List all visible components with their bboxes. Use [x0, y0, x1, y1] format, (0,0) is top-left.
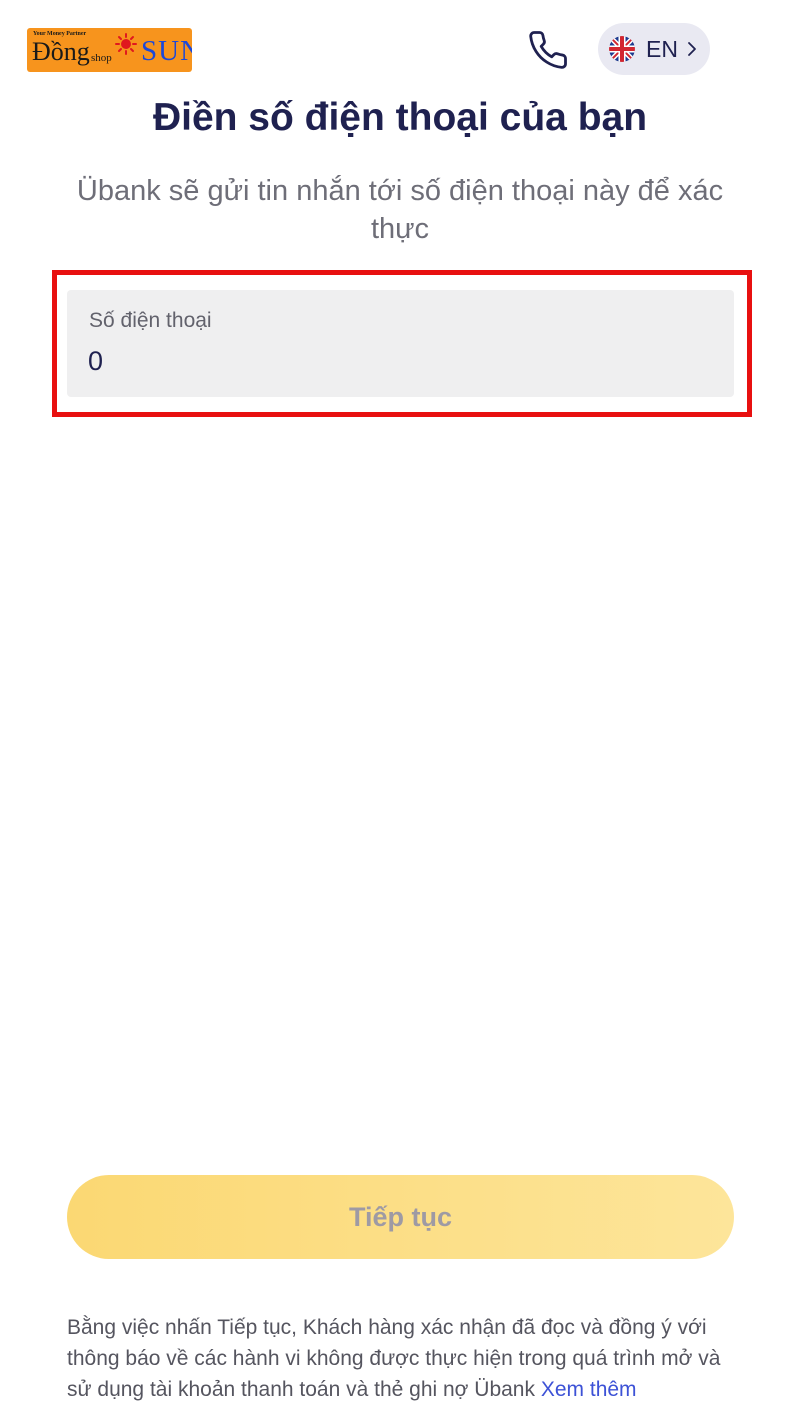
phone-number-label: Số điện thoại — [89, 309, 212, 332]
phone-number-field[interactable]: Số điện thoại 0 — [67, 290, 734, 397]
logo-brand-small: shop — [91, 52, 112, 64]
phone-number-input[interactable]: 0 — [88, 346, 103, 377]
terms-disclaimer: Bằng việc nhấn Tiếp tục, Khách hàng xác … — [67, 1312, 739, 1405]
chevron-right-icon — [688, 42, 696, 56]
language-selector-button[interactable]: EN — [598, 23, 710, 75]
call-support-button[interactable] — [527, 29, 569, 71]
page-subtitle: Übank sẽ gửi tin nhắn tới số điện thoại … — [76, 175, 724, 245]
uk-flag-icon — [609, 36, 635, 62]
sun-icon — [115, 33, 137, 55]
page-title: Điền số điện thoại của bạn — [152, 96, 648, 139]
phone-icon — [529, 31, 567, 69]
logo-brand-sun: SUN — [141, 35, 192, 67]
see-more-link[interactable]: Xem thêm — [541, 1378, 637, 1401]
continue-button[interactable]: Tiếp tục — [67, 1175, 734, 1259]
logo-brand-main: Đồng — [32, 37, 90, 66]
watermark-logo: Your Money Partner Đồng shop SUN — [27, 28, 192, 72]
language-label: EN — [646, 35, 678, 62]
